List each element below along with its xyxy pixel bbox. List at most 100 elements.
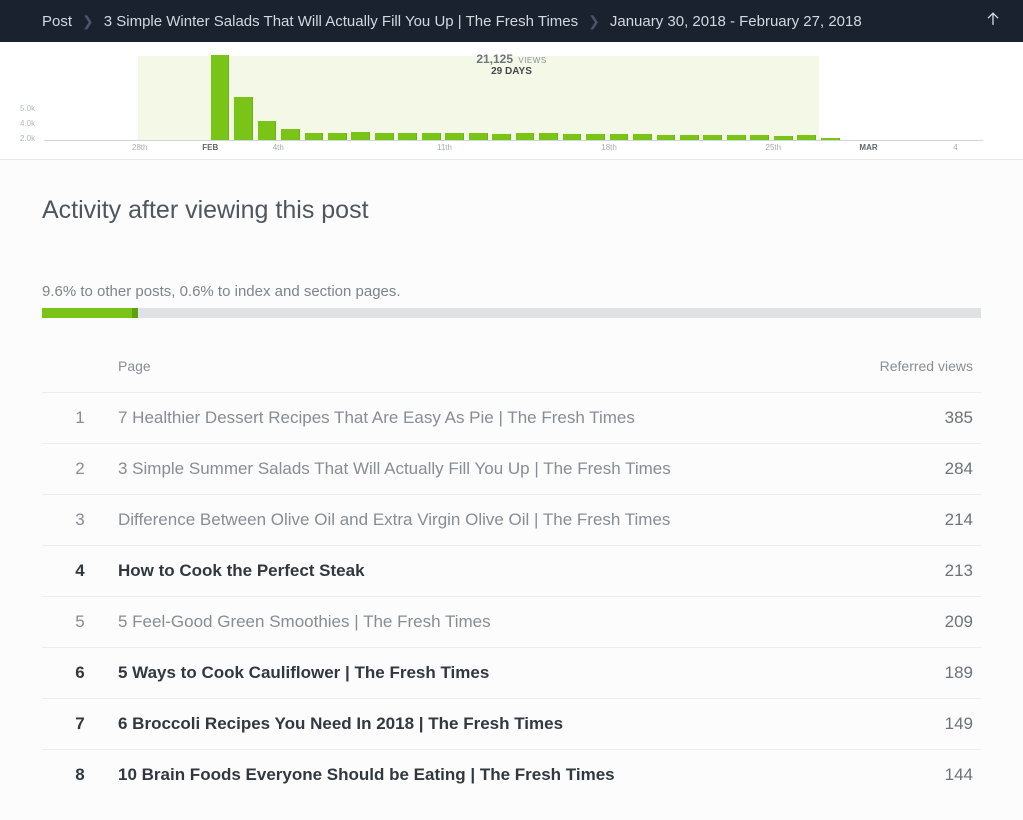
bar-slot[interactable] [725, 135, 748, 140]
bar [586, 134, 605, 140]
x-tick [349, 141, 372, 155]
bar-slot[interactable] [678, 135, 701, 140]
chart-x-axis: 28thFEB4th11th18th25thMAR4 [44, 141, 983, 155]
y-tick: 4.0k [20, 119, 44, 134]
bar [305, 133, 324, 140]
breadcrumb-bar: Post ❯ 3 Simple Winter Salads That Will … [0, 0, 1023, 42]
bar [281, 129, 300, 140]
bar-slot[interactable] [654, 135, 677, 140]
table-row[interactable]: 3Difference Between Olive Oil and Extra … [42, 494, 981, 545]
bar-slot[interactable] [772, 136, 795, 140]
row-referred-views: 209 [831, 612, 981, 632]
table-header-views: Referred views [831, 358, 981, 374]
table-row[interactable]: 4How to Cook the Perfect Steak213 [42, 545, 981, 596]
bar [492, 134, 511, 140]
table-row[interactable]: 23 Simple Summer Salads That Will Actual… [42, 443, 981, 494]
bar-slot[interactable] [748, 135, 771, 140]
bar-slot[interactable] [560, 134, 583, 140]
x-tick [44, 141, 67, 155]
row-rank: 8 [42, 765, 118, 785]
bar [797, 135, 816, 140]
x-tick [795, 141, 818, 155]
bar [633, 134, 652, 140]
bar-slot[interactable] [701, 135, 724, 140]
x-tick [560, 141, 583, 155]
x-tick [513, 141, 536, 155]
x-tick [326, 141, 349, 155]
table-row[interactable]: 65 Ways to Cook Cauliflower | The Fresh … [42, 647, 981, 698]
bar-slot[interactable] [631, 134, 654, 140]
row-rank: 6 [42, 663, 118, 683]
row-page-title: How to Cook the Perfect Steak [118, 561, 831, 581]
bar-slot[interactable] [584, 134, 607, 140]
x-tick: FEB [208, 141, 231, 155]
bar-slot[interactable] [818, 138, 841, 140]
x-tick [537, 141, 560, 155]
bar-slot[interactable] [302, 133, 325, 140]
views-chart-panel: 21,125 VIEWS 29 DAYS 5.0k4.0k2.0k 28thFE… [0, 42, 1023, 160]
bar [750, 135, 769, 140]
bar-slot[interactable] [255, 121, 278, 140]
row-referred-views: 284 [831, 459, 981, 479]
bar-slot[interactable] [466, 133, 489, 140]
row-page-title: 5 Feel-Good Green Smoothies | The Fresh … [118, 612, 831, 632]
table-row[interactable]: 17 Healthier Dessert Recipes That Are Ea… [42, 392, 981, 443]
table-header: Page Referred views [42, 358, 981, 392]
bar-slot[interactable] [349, 132, 372, 140]
x-tick: 25th [772, 141, 795, 155]
breadcrumb-root[interactable]: Post [42, 13, 72, 30]
breadcrumb-title[interactable]: 3 Simple Winter Salads That Will Actuall… [104, 13, 578, 30]
bar-slot[interactable] [279, 129, 302, 140]
table-header-page: Page [118, 358, 831, 374]
chart-bars [44, 56, 983, 141]
bar [469, 133, 488, 140]
chart-region[interactable]: 28thFEB4th11th18th25thMAR4 [44, 56, 983, 155]
bar [703, 135, 722, 140]
bar [727, 135, 746, 140]
x-tick [818, 141, 841, 155]
bar-slot[interactable] [607, 134, 630, 140]
bar [516, 133, 535, 140]
y-tick: 2.0k [20, 134, 44, 149]
section-title: Activity after viewing this post [42, 196, 981, 225]
x-tick [889, 141, 912, 155]
row-rank: 4 [42, 561, 118, 581]
table-row[interactable]: 76 Broccoli Recipes You Need In 2018 | T… [42, 698, 981, 749]
chevron-right-icon: ❯ [82, 13, 94, 30]
bar [610, 134, 629, 140]
bar-slot[interactable] [420, 133, 443, 140]
table-row[interactable]: 55 Feel-Good Green Smoothies | The Fresh… [42, 596, 981, 647]
table-row[interactable]: 810 Brain Foods Everyone Should be Eatin… [42, 749, 981, 800]
breadcrumb-daterange[interactable]: January 30, 2018 - February 27, 2018 [610, 13, 862, 30]
bar [680, 135, 699, 140]
chart-y-axis: 5.0k4.0k2.0k [20, 104, 44, 149]
bar-slot[interactable] [443, 133, 466, 140]
row-referred-views: 189 [831, 663, 981, 683]
x-tick [302, 141, 325, 155]
x-tick [396, 141, 419, 155]
progress-seg-posts [42, 308, 132, 318]
bar-slot[interactable] [396, 133, 419, 140]
bar-slot[interactable] [326, 133, 349, 140]
bar [657, 135, 676, 140]
row-referred-views: 385 [831, 408, 981, 428]
row-page-title: 7 Healthier Dessert Recipes That Are Eas… [118, 408, 831, 428]
row-referred-views: 213 [831, 561, 981, 581]
progress-seg-index [132, 308, 138, 318]
x-tick: 4 [959, 141, 982, 155]
bar-slot[interactable] [513, 133, 536, 140]
bar-slot[interactable] [373, 133, 396, 140]
scroll-top-icon[interactable] [983, 9, 1003, 33]
bar-slot[interactable] [208, 55, 231, 140]
content-area: Activity after viewing this post 9.6% to… [0, 160, 1023, 820]
bar [328, 133, 347, 140]
x-tick [67, 141, 90, 155]
progress-bar [42, 308, 981, 318]
bar-slot[interactable] [490, 134, 513, 140]
x-tick: 28th [138, 141, 161, 155]
row-page-title: 3 Simple Summer Salads That Will Actuall… [118, 459, 831, 479]
x-tick [678, 141, 701, 155]
bar-slot[interactable] [537, 133, 560, 140]
bar-slot[interactable] [232, 97, 255, 140]
bar-slot[interactable] [795, 135, 818, 140]
